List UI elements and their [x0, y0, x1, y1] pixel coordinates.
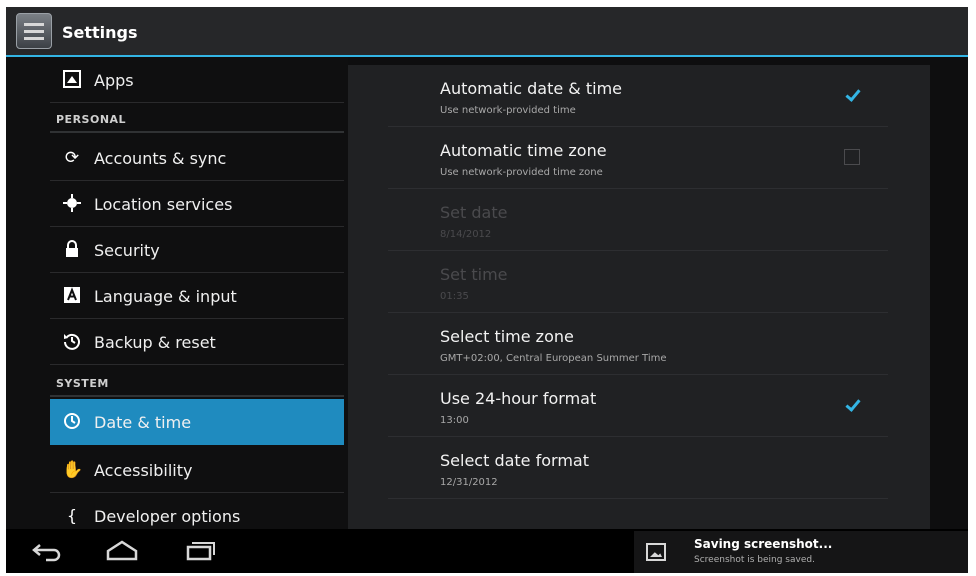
pref-automatic-date-time[interactable]: Automatic date & time Use network-provid… — [388, 65, 888, 127]
pref-set-date: Set date 8/14/2012 — [388, 189, 888, 251]
sidebar-item-accounts-sync[interactable]: ⟳ Accounts & sync — [50, 135, 344, 181]
backup-icon — [62, 332, 82, 352]
use-24-hour-format-checkbox[interactable] — [844, 397, 860, 413]
pref-set-time: Set time 01:35 — [388, 251, 888, 313]
notification-title: Saving screenshot... — [694, 537, 833, 551]
sidebar-item-label: Apps — [94, 71, 134, 90]
android-screen: Settings Apps PERSONAL ⟳ Accounts & sync… — [6, 7, 968, 573]
sidebar-item-language-input[interactable]: Language & input — [50, 273, 344, 319]
pref-title: Select time zone — [440, 327, 574, 346]
recents-icon[interactable] — [178, 537, 218, 565]
hand-icon: ✋ — [62, 460, 84, 480]
notification-subtitle: Screenshot is being saved. — [694, 555, 815, 565]
pref-summary: Use network-provided time — [440, 105, 576, 116]
pref-select-time-zone[interactable]: Select time zone GMT+02:00, Central Euro… — [388, 313, 888, 375]
sidebar-item-label: Accounts & sync — [94, 149, 227, 168]
action-bar: Settings — [6, 7, 968, 57]
pref-use-24-hour-format[interactable]: Use 24-hour format 13:00 — [388, 375, 888, 437]
section-header-system: SYSTEM — [56, 377, 109, 390]
image-icon — [646, 543, 666, 561]
pref-automatic-time-zone[interactable]: Automatic time zone Use network-provided… — [388, 127, 888, 189]
settings-sidebar: Apps PERSONAL ⟳ Accounts & sync Location… — [6, 57, 348, 545]
sidebar-item-label: Developer options — [94, 507, 241, 526]
clock-icon — [62, 412, 82, 432]
pref-title: Set time — [440, 265, 508, 284]
sidebar-item-security[interactable]: Security — [50, 227, 344, 273]
app-title: Settings — [62, 23, 138, 42]
pref-summary: 01:35 — [440, 291, 469, 302]
pref-summary: 13:00 — [440, 415, 469, 426]
sync-icon: ⟳ — [64, 148, 80, 168]
apps-icon — [62, 70, 82, 90]
pref-summary: 12/31/2012 — [440, 477, 498, 488]
back-icon[interactable] — [26, 537, 66, 565]
pref-title: Automatic time zone — [440, 141, 607, 160]
pref-summary: GMT+02:00, Central European Summer Time — [440, 353, 667, 364]
braces-icon: { } — [66, 506, 78, 545]
lock-icon — [62, 240, 82, 260]
location-icon — [62, 194, 82, 214]
date-time-settings-pane: Automatic date & time Use network-provid… — [348, 65, 930, 529]
section-divider — [50, 131, 344, 133]
settings-icon[interactable] — [16, 13, 52, 49]
sidebar-item-label: Language & input — [94, 287, 237, 306]
sidebar-item-accessibility[interactable]: ✋ Accessibility — [50, 447, 344, 493]
sidebar-item-date-time[interactable]: Date & time — [50, 399, 344, 445]
section-divider — [50, 395, 344, 397]
sidebar-item-label: Location services — [94, 195, 233, 214]
automatic-date-time-checkbox[interactable] — [844, 87, 860, 103]
pref-summary: Use network-provided time zone — [440, 167, 603, 178]
sidebar-item-label: Accessibility — [94, 461, 193, 480]
pref-title: Automatic date & time — [440, 79, 623, 98]
sidebar-item-label: Security — [94, 241, 160, 260]
pref-title: Select date format — [440, 451, 589, 470]
pref-title: Set date — [440, 203, 508, 222]
sidebar-item-backup-reset[interactable]: Backup & reset — [50, 319, 344, 365]
pref-select-date-format[interactable]: Select date format 12/31/2012 — [388, 437, 888, 499]
automatic-time-zone-checkbox[interactable] — [844, 149, 860, 165]
sidebar-item-label: Date & time — [94, 413, 192, 432]
sidebar-item-location-services[interactable]: Location services — [50, 181, 344, 227]
pref-summary: 8/14/2012 — [440, 229, 492, 240]
sidebar-item-apps[interactable]: Apps — [50, 57, 344, 103]
pref-title: Use 24-hour format — [440, 389, 597, 408]
home-icon[interactable] — [102, 537, 142, 565]
sidebar-item-label: Backup & reset — [94, 333, 216, 352]
section-header-personal: PERSONAL — [56, 113, 127, 126]
screenshot-notification[interactable]: Saving screenshot... Screenshot is being… — [634, 531, 968, 573]
language-icon — [62, 286, 82, 306]
